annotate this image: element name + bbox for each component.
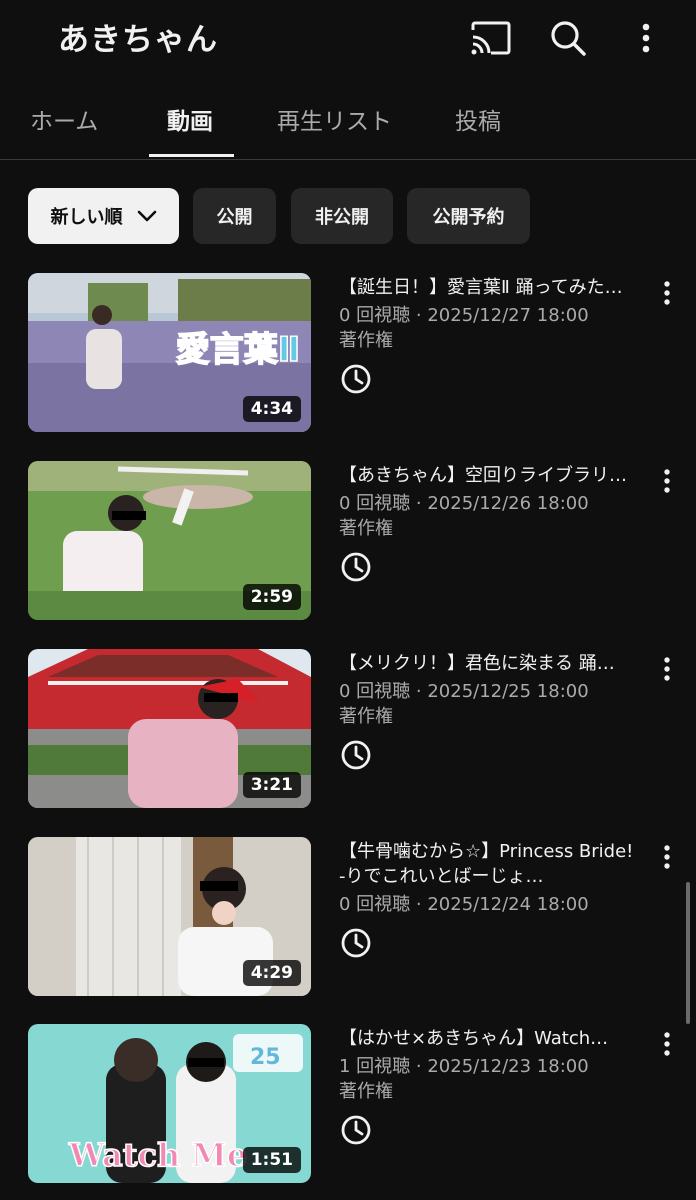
video-title[interactable]: 【あきちゃん】空回りライブラリ… [339,463,641,488]
video-item[interactable]: 25 Watch Me 1:51 【はかせ×あきちゃん】Watch… 1 回視聴… [0,1024,696,1184]
clock-icon [339,738,373,772]
thumbnail-text: Watch Me [68,1136,247,1174]
clock-icon [339,926,373,960]
video-thumbnail[interactable]: 4:29 [28,837,311,996]
cast-icon[interactable] [468,18,512,58]
video-thumbnail[interactable]: 2:59 [28,461,311,620]
video-rights: 著作権 [339,1081,393,1102]
chevron-down-icon [137,210,157,222]
channel-tabs: ホーム 動画 再生リスト 投稿 [0,92,696,160]
more-vert-icon[interactable] [655,1028,679,1060]
video-item[interactable]: 2:59 【あきちゃん】空回りライブラリ… 0 回視聴 · 2025/12/26… [0,461,696,621]
video-item[interactable]: 愛言葉Ⅱ 4:34 【誕生日！】愛言葉Ⅱ 踊ってみた… 0 回視聴 · 2025… [0,273,696,433]
video-item[interactable]: 4:29 【牛骨噛むから☆】Princess Bride! -りでこれいとばーじ… [0,837,696,997]
thumbnail-badge: 25 [250,1045,281,1070]
scrollbar[interactable] [686,882,690,1024]
thumbnail-text: 愛言葉Ⅱ [176,330,300,370]
video-duration: 3:21 [242,772,301,798]
video-thumbnail[interactable]: 愛言葉Ⅱ 4:34 [28,273,311,432]
filter-scheduled-chip[interactable]: 公開予約 [407,188,530,244]
more-vert-icon[interactable] [655,653,679,685]
more-vert-icon[interactable] [655,465,679,497]
video-meta: 0 回視聴 · 2025/12/26 18:00 [339,493,589,514]
tab-playlists[interactable]: 再生リスト [277,102,392,136]
video-meta: 0 回視聴 · 2025/12/24 18:00 [339,894,589,915]
video-thumbnail[interactable]: 3:21 [28,649,311,808]
video-meta: 0 回視聴 · 2025/12/27 18:00 [339,305,589,326]
video-title[interactable]: 【はかせ×あきちゃん】Watch… [339,1026,641,1051]
more-vert-icon[interactable] [655,277,679,309]
clock-icon [339,550,373,584]
video-rights: 著作権 [339,706,393,727]
clock-icon [339,1113,373,1147]
top-app-bar: あきちゃん [0,0,696,78]
video-meta: 1 回視聴 · 2025/12/23 18:00 [339,1056,589,1077]
more-vert-icon[interactable] [655,841,679,873]
video-duration: 4:29 [242,960,301,986]
active-tab-indicator [149,154,234,157]
video-rights: 著作権 [339,330,393,351]
video-title[interactable]: 【メリクリ！】君色に染まる 踊… [339,651,641,676]
clock-icon [339,362,373,396]
tab-posts[interactable]: 投稿 [455,102,501,136]
sort-newest-chip[interactable]: 新しい順 [28,188,179,244]
video-duration: 4:34 [242,396,301,422]
video-title[interactable]: 【牛骨噛むから☆】Princess Bride! -りでこれいとばーじょ… [339,839,641,889]
video-title[interactable]: 【誕生日！】愛言葉Ⅱ 踊ってみた… [339,275,641,300]
channel-title: あきちゃん [58,22,218,58]
video-meta: 0 回視聴 · 2025/12/25 18:00 [339,681,589,702]
tab-videos[interactable]: 動画 [167,102,213,136]
sort-chip-label: 新しい順 [50,207,123,228]
more-vert-icon[interactable] [624,18,668,58]
filter-chips: 新しい順 公開 非公開 公開予約 [0,188,696,246]
video-duration: 2:59 [242,584,301,610]
tab-home[interactable]: ホーム [30,102,98,136]
filter-private-chip[interactable]: 非公開 [291,188,393,244]
video-item[interactable]: 3:21 【メリクリ！】君色に染まる 踊… 0 回視聴 · 2025/12/25… [0,649,696,809]
video-thumbnail[interactable]: 25 Watch Me 1:51 [28,1024,311,1183]
video-rights: 著作権 [339,518,393,539]
filter-public-chip[interactable]: 公開 [193,188,276,244]
search-icon[interactable] [546,18,590,58]
video-duration: 1:51 [242,1147,301,1173]
